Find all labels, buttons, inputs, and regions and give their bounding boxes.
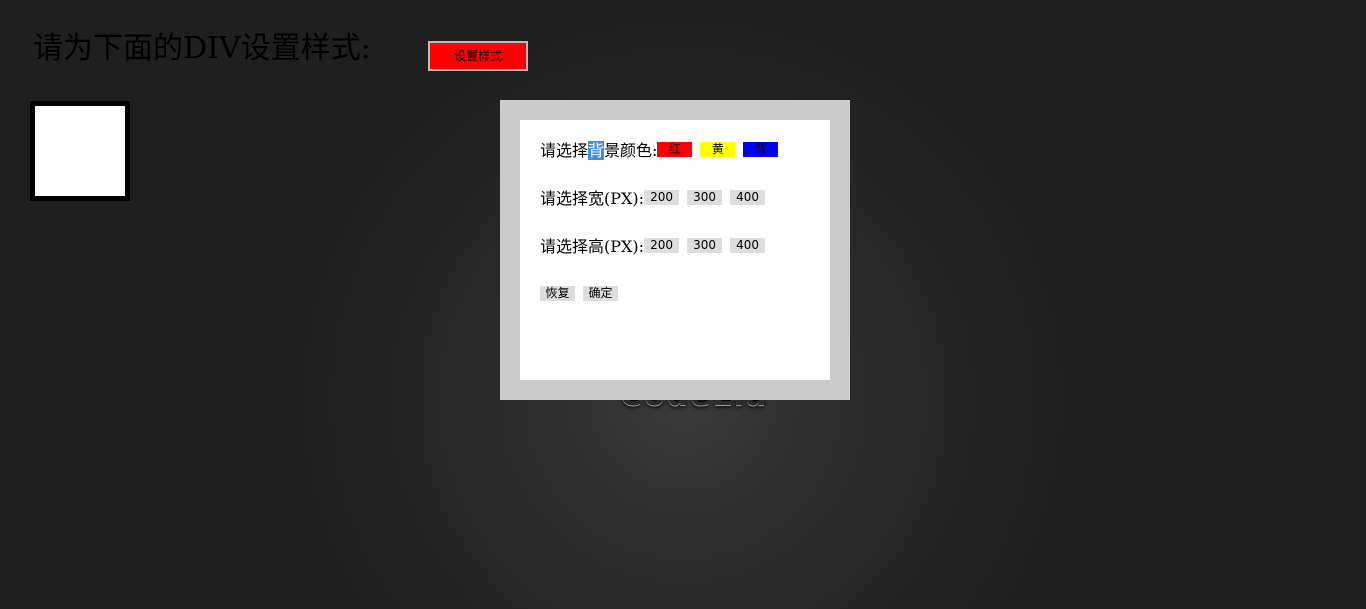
style-dialog: 请选择背景颜色: 红 黄 蓝 请选择宽(PX): 200 300 400 请选择…: [500, 100, 850, 400]
reset-button[interactable]: 恢复: [540, 285, 575, 301]
bg-blue-button[interactable]: 蓝: [743, 141, 779, 157]
bg-red-button[interactable]: 红: [657, 141, 693, 157]
label-text-before: 请选择: [540, 141, 589, 160]
label-text-after: 景颜色:: [604, 141, 658, 160]
set-style-button[interactable]: 设置样式: [428, 41, 528, 71]
height-300-button[interactable]: 300: [687, 237, 723, 253]
style-dialog-content: 请选择背景颜色: 红 黄 蓝 请选择宽(PX): 200 300 400 请选择…: [520, 120, 830, 380]
background-color-row: 请选择背景颜色: 红 黄 蓝: [540, 138, 786, 160]
width-400-button[interactable]: 400: [730, 189, 766, 205]
height-label: 请选择高(PX):: [540, 237, 645, 256]
height-200-button[interactable]: 200: [644, 237, 680, 253]
height-400-button[interactable]: 400: [730, 237, 766, 253]
bg-yellow-button[interactable]: 黄: [700, 141, 736, 157]
background-color-label: 请选择背景颜色:: [540, 137, 657, 161]
confirm-button[interactable]: 确定: [583, 285, 618, 301]
height-row: 请选择高(PX): 200 300 400: [540, 234, 773, 256]
target-div: [30, 101, 130, 201]
width-200-button[interactable]: 200: [644, 189, 680, 205]
page-heading: 请为下面的DIV设置样式:: [33, 31, 371, 66]
width-row: 请选择宽(PX): 200 300 400: [540, 186, 773, 208]
width-300-button[interactable]: 300: [687, 189, 723, 205]
dialog-actions: 恢复 确定: [540, 282, 626, 304]
selected-text: 背: [588, 141, 605, 160]
width-label: 请选择宽(PX):: [540, 189, 645, 208]
